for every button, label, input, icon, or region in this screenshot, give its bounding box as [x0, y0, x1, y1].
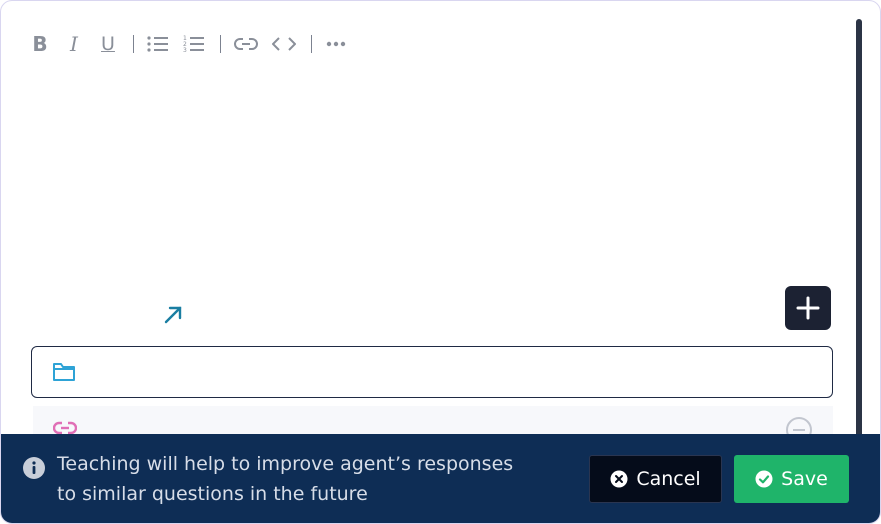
link-icon: [53, 421, 77, 435]
svg-text:3: 3: [183, 47, 187, 54]
add-button[interactable]: [785, 286, 831, 330]
editor-area[interactable]: [29, 71, 839, 271]
folder-input[interactable]: [92, 347, 822, 399]
teach-footer: Teaching will help to improve agent’s re…: [1, 434, 880, 523]
bulleted-list-button[interactable]: [146, 31, 170, 57]
close-circle-icon: [610, 470, 628, 488]
bulleted-list-icon: [147, 36, 168, 52]
italic-icon: I: [70, 32, 78, 56]
save-label: Save: [781, 468, 828, 490]
save-button[interactable]: Save: [734, 455, 849, 503]
numbered-list-button[interactable]: 123: [182, 31, 206, 57]
italic-button[interactable]: I: [63, 31, 85, 57]
toolbar-divider: [220, 35, 221, 53]
more-button[interactable]: [324, 31, 348, 57]
link-button[interactable]: [233, 31, 259, 57]
check-circle-icon: [755, 470, 773, 488]
link-icon: [234, 38, 258, 50]
bold-icon: B: [32, 32, 48, 56]
arrow-up-right-icon: [164, 306, 182, 324]
underline-button[interactable]: U: [97, 31, 119, 57]
toolbar-divider: [133, 35, 134, 53]
code-button[interactable]: [271, 31, 297, 57]
cancel-label: Cancel: [636, 468, 701, 490]
plus-icon: [796, 296, 820, 320]
external-link-button[interactable]: [161, 302, 185, 326]
code-icon: [272, 37, 296, 51]
underline-icon: U: [101, 33, 115, 55]
teach-dialog: B I U 123 Teaching will help to improve …: [0, 0, 881, 524]
formatting-toolbar: B I U 123: [29, 29, 360, 59]
more-icon: [326, 41, 346, 47]
info-icon: [23, 457, 45, 479]
numbered-list-icon: 123: [183, 35, 204, 54]
bold-button[interactable]: B: [29, 31, 51, 57]
info-text: Teaching will help to improve agent’s re…: [57, 453, 514, 505]
cancel-button[interactable]: Cancel: [589, 455, 722, 503]
toolbar-divider: [311, 35, 312, 53]
folder-field[interactable]: [31, 346, 833, 399]
folder-icon: [53, 363, 75, 381]
